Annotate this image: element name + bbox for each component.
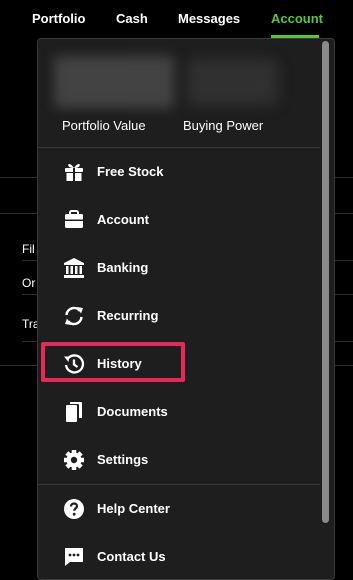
tab-account[interactable]: Account bbox=[271, 11, 323, 26]
portfolio-value-label: Portfolio Value bbox=[62, 118, 146, 133]
account-dropdown-menu: Portfolio Value Buying Power Free Stock … bbox=[37, 38, 335, 580]
menu-item-label: Contact Us bbox=[97, 549, 166, 564]
menu-item-help-center[interactable]: Help Center bbox=[38, 485, 320, 533]
menu-item-label: Help Center bbox=[97, 501, 170, 516]
menu-item-label: Free Stock bbox=[97, 164, 164, 179]
menu-item-banking[interactable]: Banking bbox=[38, 244, 320, 292]
buying-power-redacted bbox=[188, 59, 278, 105]
briefcase-icon bbox=[62, 208, 86, 232]
menu-item-label: Banking bbox=[97, 260, 149, 275]
menu-item-free-stock[interactable]: Free Stock bbox=[38, 148, 320, 196]
gift-icon bbox=[62, 160, 86, 184]
background-row-label: Fil bbox=[22, 242, 35, 256]
menu-scrollbar[interactable] bbox=[321, 39, 331, 579]
menu-item-documents[interactable]: Documents bbox=[38, 388, 320, 436]
menu-item-label: Account bbox=[97, 212, 149, 227]
tab-cash[interactable]: Cash bbox=[116, 11, 148, 26]
menu-item-label: Documents bbox=[97, 404, 168, 419]
top-navigation: Portfolio Cash Messages Account bbox=[0, 0, 353, 38]
menu-item-contact-us[interactable]: Contact Us bbox=[38, 533, 320, 579]
documents-icon bbox=[62, 400, 86, 424]
recurring-icon bbox=[62, 304, 86, 328]
menu-item-label: Recurring bbox=[97, 308, 159, 323]
help-icon bbox=[62, 497, 86, 521]
menu-item-settings[interactable]: Settings bbox=[38, 436, 320, 484]
tab-messages[interactable]: Messages bbox=[178, 11, 240, 26]
menu-item-history[interactable]: History bbox=[38, 340, 320, 388]
buying-power-label: Buying Power bbox=[183, 118, 264, 133]
background-row-label[interactable]: Or bbox=[22, 276, 35, 290]
chat-icon bbox=[62, 545, 86, 569]
portfolio-value-redacted bbox=[54, 56, 174, 108]
tab-portfolio[interactable]: Portfolio bbox=[32, 11, 85, 26]
history-icon bbox=[62, 352, 86, 376]
gear-icon bbox=[62, 448, 86, 472]
menu-item-account[interactable]: Account bbox=[38, 196, 320, 244]
menu-item-label: History bbox=[97, 356, 142, 371]
menu-item-label: Settings bbox=[97, 452, 149, 467]
menu-item-recurring[interactable]: Recurring bbox=[38, 292, 320, 340]
scrollbar-thumb[interactable] bbox=[322, 41, 329, 523]
bank-icon bbox=[62, 256, 86, 280]
